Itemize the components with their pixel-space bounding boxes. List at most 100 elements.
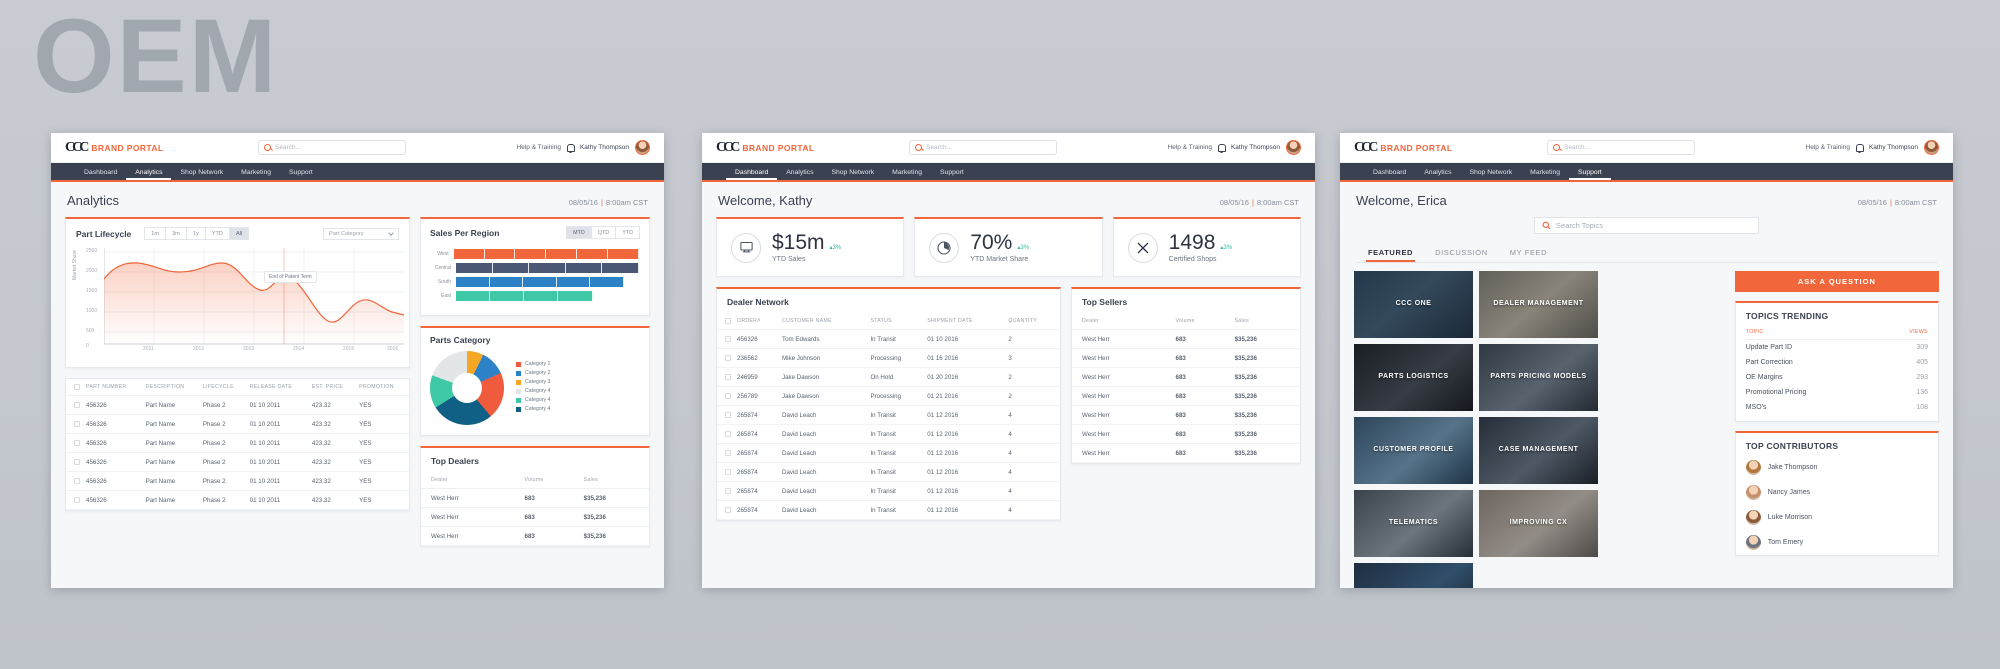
table-row[interactable]: 456326 Part Name Phase 2 01 10 2011 423.32 YE… bbox=[66, 414, 409, 434]
range-3m[interactable]: 3m bbox=[165, 227, 187, 240]
avatar-2[interactable] bbox=[1286, 140, 1301, 155]
row-checkbox[interactable] bbox=[725, 393, 731, 399]
help-training-link-2[interactable]: Help & Training bbox=[1168, 144, 1212, 151]
range-all[interactable]: All bbox=[228, 227, 250, 240]
row-checkbox[interactable] bbox=[725, 450, 731, 456]
user-name-3[interactable]: Kathy Thompson bbox=[1869, 144, 1918, 151]
row-checkbox[interactable] bbox=[725, 412, 731, 418]
row-checkbox[interactable] bbox=[725, 431, 731, 437]
table-row[interactable]: 236562 Mike Johnson Processing 01 16 2016 3 bbox=[717, 348, 1060, 368]
table-row[interactable]: 265874 David Leach In Transit 01 12 2016 4 bbox=[717, 481, 1060, 501]
topic-tile[interactable]: DEALER MANAGEMENT bbox=[1479, 271, 1598, 338]
table-row[interactable]: 256789 Jake Dawson Processing 01 21 2016 2 bbox=[717, 386, 1060, 406]
row-checkbox-cell[interactable] bbox=[717, 405, 735, 425]
row-checkbox-cell[interactable] bbox=[66, 452, 84, 472]
table-row[interactable]: 265874 David Leach In Transit 01 12 2016 4 bbox=[717, 443, 1060, 463]
row-checkbox-cell[interactable] bbox=[717, 462, 735, 482]
table-row[interactable]: 456326 Part Name Phase 2 01 10 2011 423.32 YE… bbox=[66, 395, 409, 415]
avatar-3[interactable] bbox=[1924, 140, 1939, 155]
range-ytd[interactable]: YTD bbox=[204, 227, 230, 240]
table-row[interactable]: West Herr 683 $35,236 bbox=[421, 488, 649, 508]
bell-icon-3[interactable] bbox=[1856, 143, 1865, 153]
user-name[interactable]: Kathy Thompson bbox=[580, 144, 629, 151]
table-row[interactable]: West Herr 683 $35,236 bbox=[1072, 348, 1300, 368]
table-row[interactable]: West Herr 683 $35,236 bbox=[1072, 424, 1300, 444]
ask-a-question-button[interactable]: ASK A QUESTION bbox=[1734, 271, 1939, 292]
nav-item-dashboard-2[interactable]: Dashboard bbox=[726, 169, 778, 180]
row-checkbox[interactable] bbox=[725, 469, 731, 475]
table-row[interactable]: West Herr 683 $35,236 bbox=[1072, 329, 1300, 349]
user-name-2[interactable]: Kathy Thompson bbox=[1231, 144, 1280, 151]
table-row[interactable]: 265874 David Leach In Transit 01 12 2016 4 bbox=[717, 500, 1060, 520]
nav-item-shop-network-3[interactable]: Shop Network bbox=[1460, 169, 1521, 180]
row-checkbox-cell[interactable] bbox=[717, 348, 735, 368]
nav-item-marketing-2[interactable]: Marketing bbox=[883, 169, 931, 180]
row-checkbox-cell[interactable] bbox=[717, 386, 735, 406]
range-1y[interactable]: 1y bbox=[185, 227, 206, 240]
table-row[interactable]: 246959 Jake Dawson On Hold 01 20 2016 2 bbox=[717, 367, 1060, 387]
table-row[interactable]: West Herr 683 $35,236 bbox=[1072, 386, 1300, 406]
table-row[interactable]: 456326 Tom Edwards In Transit 01 10 2016 2 bbox=[717, 329, 1060, 349]
row-checkbox-cell[interactable] bbox=[717, 424, 735, 444]
topic-tile[interactable]: IMPROVING CX bbox=[1479, 490, 1598, 557]
topic-row[interactable]: OE Margins 293 bbox=[1746, 370, 1928, 385]
brand-logo[interactable]: CCC BRAND PORTAL bbox=[65, 140, 164, 156]
nav-item-shop-network[interactable]: Shop Network bbox=[171, 169, 232, 180]
range-1m[interactable]: 1m bbox=[144, 227, 167, 240]
nav-item-support-3[interactable]: Support bbox=[1569, 169, 1611, 180]
table-row[interactable]: 456326 Part Name Phase 2 01 10 2011 423.32 YE… bbox=[66, 452, 409, 472]
row-checkbox[interactable] bbox=[74, 440, 80, 446]
help-training-link-3[interactable]: Help & Training bbox=[1806, 144, 1850, 151]
table-row[interactable]: West Herr 683 $35,236 bbox=[1072, 405, 1300, 425]
region-range-ytd[interactable]: YTD bbox=[615, 226, 640, 239]
table-row[interactable]: 456326 Part Name Phase 2 01 10 2011 423.32 YE… bbox=[66, 490, 409, 510]
row-checkbox[interactable] bbox=[74, 478, 80, 484]
nav-item-shop-network-2[interactable]: Shop Network bbox=[822, 169, 883, 180]
row-checkbox-cell[interactable] bbox=[717, 329, 735, 349]
row-checkbox-cell[interactable] bbox=[66, 433, 84, 453]
row-checkbox[interactable] bbox=[74, 421, 80, 427]
topic-row[interactable]: Promotional Pricing 136 bbox=[1746, 385, 1928, 400]
topic-search-input[interactable]: Search Topics bbox=[1534, 217, 1759, 234]
row-checkbox[interactable] bbox=[725, 336, 731, 342]
table-row[interactable]: 456326 Part Name Phase 2 01 10 2011 423.32 YE… bbox=[66, 471, 409, 491]
table-row[interactable]: West Herr 683 $35,236 bbox=[421, 526, 649, 546]
search-input-3[interactable]: Search... bbox=[1547, 140, 1696, 155]
row-checkbox-cell[interactable] bbox=[717, 443, 735, 463]
tab-my-feed[interactable]: MY FEED bbox=[1510, 248, 1547, 262]
contributor-row[interactable]: Nancy James bbox=[1736, 480, 1938, 505]
nav-item-analytics[interactable]: Analytics bbox=[126, 169, 172, 180]
kpi-certified-shops[interactable]: 1498 ▴3% Certified Shops bbox=[1112, 217, 1301, 277]
tab-discussion[interactable]: DISCUSSION bbox=[1435, 248, 1488, 262]
topic-row[interactable]: Update Part ID 309 bbox=[1746, 340, 1928, 356]
row-checkbox[interactable] bbox=[74, 402, 80, 408]
contributor-row[interactable]: Tom Emery bbox=[1736, 530, 1938, 555]
row-checkbox-cell[interactable] bbox=[66, 471, 84, 491]
row-checkbox-cell[interactable] bbox=[66, 414, 84, 434]
bell-icon-2[interactable] bbox=[1218, 143, 1227, 153]
row-checkbox-cell[interactable] bbox=[66, 490, 84, 510]
search-input[interactable]: Search... bbox=[258, 140, 407, 155]
topic-tile[interactable]: INDUSTRY TRENDS bbox=[1354, 563, 1473, 588]
region-range-mtd[interactable]: MTD bbox=[566, 226, 592, 239]
kpi-ytd-sales[interactable]: $15m ▴3% YTD Sales bbox=[716, 217, 905, 277]
row-checkbox[interactable] bbox=[725, 507, 731, 513]
table-row[interactable]: 265874 David Leach In Transit 01 12 2016 4 bbox=[717, 405, 1060, 425]
row-checkbox[interactable] bbox=[725, 355, 731, 361]
avatar[interactable] bbox=[635, 140, 650, 155]
contributor-row[interactable]: Luke Morrison bbox=[1736, 505, 1938, 530]
topic-tile[interactable]: CUSTOMER PROFILE bbox=[1354, 417, 1473, 484]
row-checkbox-cell[interactable] bbox=[717, 481, 735, 501]
table-row[interactable]: West Herr 683 $35,236 bbox=[1072, 443, 1300, 463]
table-row[interactable]: 456326 Part Name Phase 2 01 10 2011 423.32 YE… bbox=[66, 433, 409, 453]
row-checkbox-cell[interactable] bbox=[66, 395, 84, 415]
nav-item-marketing[interactable]: Marketing bbox=[232, 169, 280, 180]
nav-item-support-2[interactable]: Support bbox=[931, 169, 973, 180]
kpi-ytd-market-share[interactable]: 70% ▴3% YTD Market Share bbox=[914, 217, 1103, 277]
row-checkbox[interactable] bbox=[74, 497, 80, 503]
row-checkbox-cell[interactable] bbox=[717, 500, 735, 520]
tab-featured[interactable]: FEATURED bbox=[1365, 248, 1416, 262]
topic-row[interactable]: Part Correction 405 bbox=[1746, 355, 1928, 370]
nav-item-analytics-2[interactable]: Analytics bbox=[777, 169, 822, 180]
topic-tile[interactable]: CASE MANAGEMENT bbox=[1479, 417, 1598, 484]
